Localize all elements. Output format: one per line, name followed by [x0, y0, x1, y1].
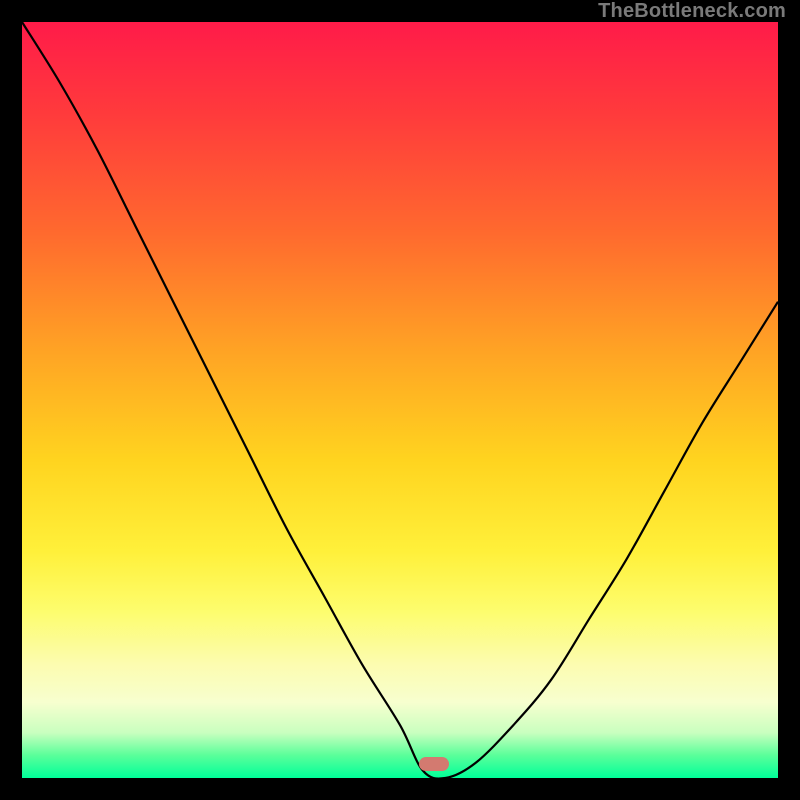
bottleneck-curve [22, 22, 778, 778]
bottleneck-gradient-plot [22, 22, 778, 778]
chart-frame: TheBottleneck.com [0, 0, 800, 800]
watermark-text: TheBottleneck.com [598, 0, 786, 23]
curve-path [22, 22, 778, 778]
bottleneck-optimum-marker [419, 757, 449, 771]
